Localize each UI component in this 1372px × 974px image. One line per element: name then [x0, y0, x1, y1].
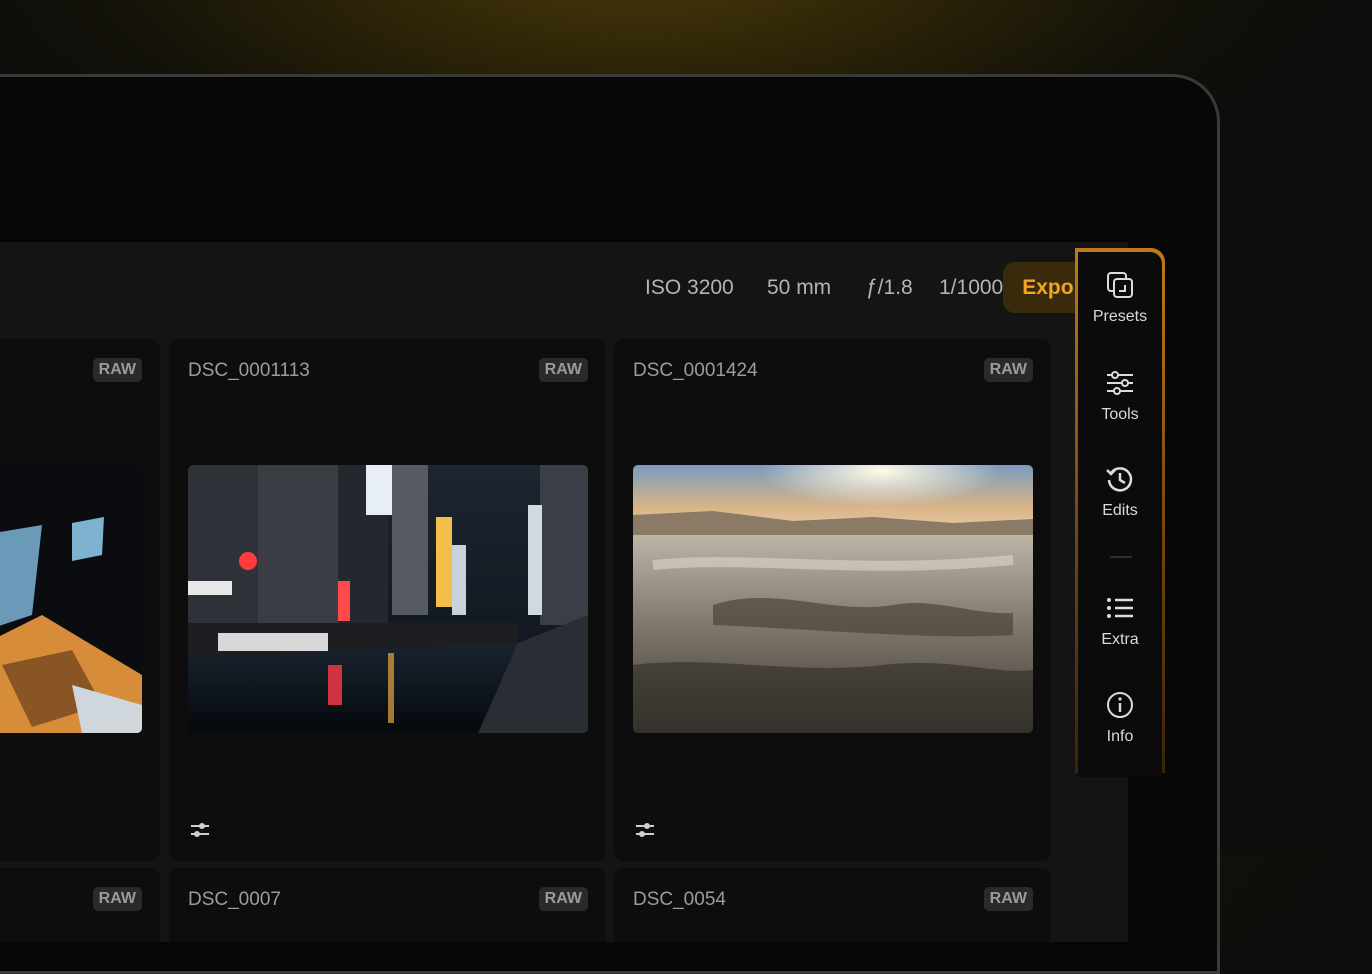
sidebar-item-tools[interactable]: Tools: [1075, 368, 1165, 424]
photo-card[interactable]: RAW: [0, 868, 160, 942]
photo-card[interactable]: DSC_0001424 RAW: [614, 339, 1051, 861]
app-screen: ISO 3200 50 mm ƒ/1.8 1/1000 s Export RAW: [0, 242, 1128, 942]
toolbar-divider: [1110, 556, 1132, 558]
photo-card[interactable]: DSC_0054 RAW: [614, 868, 1051, 942]
adjustments-icon[interactable]: [189, 821, 211, 839]
raw-badge: RAW: [92, 358, 142, 382]
photo-thumbnail: [188, 465, 588, 733]
list-icon: [1107, 598, 1133, 618]
right-toolbar: Presets Tools Edits Extra Info: [1075, 248, 1165, 777]
sidebar-item-edits[interactable]: Edits: [1075, 464, 1165, 520]
sidebar-item-extra[interactable]: Extra: [1075, 593, 1165, 649]
raw-badge: RAW: [983, 358, 1033, 382]
exif-bar: ISO 3200 50 mm ƒ/1.8 1/1000 s: [0, 242, 1128, 332]
photo-card[interactable]: DSC_0007 RAW: [169, 868, 606, 942]
raw-badge: RAW: [983, 887, 1033, 911]
adjustments-icon[interactable]: [634, 821, 656, 839]
presets-icon: [1107, 272, 1133, 298]
photo-filename: DSC_0007: [188, 889, 281, 910]
focal-length-value: 50 mm: [767, 276, 832, 299]
iso-value: ISO 3200: [645, 276, 734, 299]
photo-thumbnail: [633, 465, 1033, 733]
raw-badge: RAW: [538, 887, 588, 911]
photo-thumbnail: [0, 465, 142, 733]
info-icon: [1107, 692, 1133, 718]
aperture-value: ƒ/1.8: [866, 276, 913, 299]
photo-card[interactable]: DSC_0001113 RAW: [169, 339, 606, 861]
sidebar-item-label: Extra: [1101, 631, 1139, 648]
sidebar-item-label: Presets: [1092, 308, 1148, 325]
sidebar-item-label: Info: [1106, 728, 1134, 745]
photo-filename: DSC_0001424: [633, 360, 758, 381]
photo-card[interactable]: RAW: [0, 339, 160, 861]
sidebar-item-info[interactable]: Info: [1075, 690, 1165, 746]
sidebar-item-presets[interactable]: Presets: [1075, 270, 1165, 326]
photo-filename: DSC_0001113: [188, 360, 310, 381]
history-icon: [1106, 467, 1133, 492]
device-frame: ISO 3200 50 mm ƒ/1.8 1/1000 s Export RAW: [0, 74, 1220, 974]
raw-badge: RAW: [92, 887, 142, 911]
sidebar-item-label: Edits: [1102, 502, 1138, 519]
raw-badge: RAW: [538, 358, 588, 382]
sidebar-item-label: Tools: [1101, 406, 1139, 423]
photo-filename: DSC_0054: [633, 889, 726, 910]
sliders-icon: [1107, 371, 1133, 395]
